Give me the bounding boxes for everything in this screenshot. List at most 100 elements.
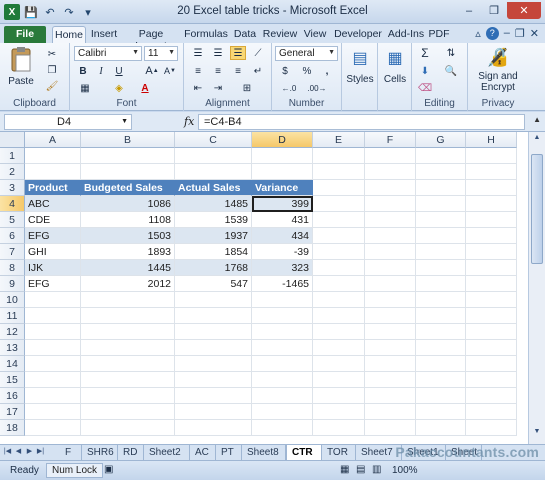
cell-c16[interactable]	[175, 388, 252, 404]
column-header-e[interactable]: E	[313, 132, 365, 148]
cell-h2[interactable]	[466, 164, 517, 180]
cell-g17[interactable]	[416, 404, 466, 420]
tab-data[interactable]: Data	[231, 26, 259, 43]
cell-a12[interactable]	[25, 324, 81, 340]
cell-e6[interactable]	[313, 228, 365, 244]
cell-h6[interactable]	[466, 228, 517, 244]
cell-d10[interactable]	[252, 292, 313, 308]
cell-c2[interactable]	[175, 164, 252, 180]
sheet-tab-pt[interactable]: PT	[216, 445, 242, 460]
row-header-14[interactable]: 14	[0, 356, 25, 372]
cell-b1[interactable]	[81, 148, 175, 164]
last-sheet-nav[interactable]: ▶|	[36, 447, 45, 455]
sheet-tab-ctr[interactable]: CTR	[286, 445, 322, 460]
insert-function-button[interactable]: fx	[184, 115, 194, 128]
column-header-h[interactable]: H	[466, 132, 517, 148]
sheet-tab-rd[interactable]: RD	[118, 445, 144, 460]
cell-g9[interactable]	[416, 276, 466, 292]
table-cell[interactable]: 1854	[175, 244, 252, 260]
cell-f2[interactable]	[365, 164, 416, 180]
cell-e15[interactable]	[313, 372, 365, 388]
cell-d18[interactable]	[252, 420, 313, 436]
cell-g18[interactable]	[416, 420, 466, 436]
cut-icon[interactable]: ✂	[44, 47, 60, 61]
cell-a15[interactable]	[25, 372, 81, 388]
row-header-11[interactable]: 11	[0, 308, 25, 324]
cell-h15[interactable]	[466, 372, 517, 388]
cell-g3[interactable]	[416, 180, 466, 196]
cell-e9[interactable]	[313, 276, 365, 292]
macro-record-icon[interactable]: ▣	[104, 464, 113, 475]
currency-button[interactable]: $	[278, 64, 292, 78]
cell-f18[interactable]	[365, 420, 416, 436]
help-icon[interactable]: ?	[485, 27, 499, 40]
cells-icon[interactable]: ▦	[385, 47, 405, 69]
row-header-8[interactable]: 8	[0, 260, 25, 276]
tab-developer[interactable]: Developer	[332, 26, 384, 43]
table-cell[interactable]: 1539	[175, 212, 252, 228]
sheet-tab-f[interactable]: F	[60, 445, 82, 460]
cell-e18[interactable]	[313, 420, 365, 436]
cell-e1[interactable]	[313, 148, 365, 164]
cell-e3[interactable]	[313, 180, 365, 196]
cell-h9[interactable]	[466, 276, 517, 292]
next-sheet-nav[interactable]: ▶	[25, 447, 34, 455]
borders-icon[interactable]: ▦	[76, 81, 94, 95]
align-left-icon[interactable]: ≡	[190, 64, 206, 78]
font-name-combo[interactable]: Calibri ▼	[74, 46, 142, 61]
zoom-level[interactable]: 100%	[392, 465, 418, 476]
format-painter-icon[interactable]: 🖌	[44, 79, 60, 93]
table-cell[interactable]: 2012	[81, 276, 175, 292]
table-cell[interactable]: EFG	[25, 228, 81, 244]
increase-indent-icon[interactable]: ⇥	[210, 81, 226, 95]
sheet-tab-shr6[interactable]: SHR6	[82, 445, 118, 460]
cell-h12[interactable]	[466, 324, 517, 340]
cells-button[interactable]: Cells	[379, 73, 411, 85]
cell-b18[interactable]	[81, 420, 175, 436]
comma-button[interactable]: ,	[320, 64, 334, 78]
cell-g12[interactable]	[416, 324, 466, 340]
sign-and-label[interactable]: Sign and	[470, 71, 526, 82]
tab-file[interactable]: File	[4, 26, 46, 43]
table-cell[interactable]: 547	[175, 276, 252, 292]
column-header-a[interactable]: A	[25, 132, 81, 148]
cell-e17[interactable]	[313, 404, 365, 420]
paste-icon[interactable]	[6, 45, 36, 75]
cell-g1[interactable]	[416, 148, 466, 164]
page-layout-view-icon[interactable]: ▤	[356, 464, 365, 475]
row-header-5[interactable]: 5	[0, 212, 25, 228]
tab-review[interactable]: Review	[261, 26, 299, 43]
row-header-3[interactable]: 3	[0, 180, 25, 196]
cell-h13[interactable]	[466, 340, 517, 356]
find-select-icon[interactable]: 🔍	[442, 64, 460, 78]
table-header-cell[interactable]: Product	[25, 180, 81, 196]
table-cell[interactable]: -39	[252, 244, 313, 260]
cell-b10[interactable]	[81, 292, 175, 308]
cell-e13[interactable]	[313, 340, 365, 356]
cell-h3[interactable]	[466, 180, 517, 196]
cell-c17[interactable]	[175, 404, 252, 420]
table-header-cell[interactable]: Variance	[252, 180, 313, 196]
paste-button[interactable]: Paste	[4, 75, 38, 87]
row-header-6[interactable]: 6	[0, 228, 25, 244]
minimize-button[interactable]: –	[457, 2, 481, 19]
cell-e8[interactable]	[313, 260, 365, 276]
column-header-f[interactable]: F	[365, 132, 416, 148]
table-cell[interactable]: 1445	[81, 260, 175, 276]
cell-a16[interactable]	[25, 388, 81, 404]
normal-view-icon[interactable]: ▦	[340, 464, 349, 475]
cell-a18[interactable]	[25, 420, 81, 436]
table-cell[interactable]: 1937	[175, 228, 252, 244]
cell-g6[interactable]	[416, 228, 466, 244]
encrypt-label[interactable]: Encrypt	[470, 82, 526, 93]
cell-c13[interactable]	[175, 340, 252, 356]
decrease-decimal-icon[interactable]: .00→	[306, 81, 328, 95]
cell-c14[interactable]	[175, 356, 252, 372]
cell-h16[interactable]	[466, 388, 517, 404]
cell-f6[interactable]	[365, 228, 416, 244]
align-right-icon[interactable]: ≡	[230, 64, 246, 78]
select-all-corner[interactable]	[0, 132, 25, 148]
prev-sheet-nav[interactable]: ◀	[14, 447, 23, 455]
cell-f9[interactable]	[365, 276, 416, 292]
percent-button[interactable]: %	[300, 64, 314, 78]
